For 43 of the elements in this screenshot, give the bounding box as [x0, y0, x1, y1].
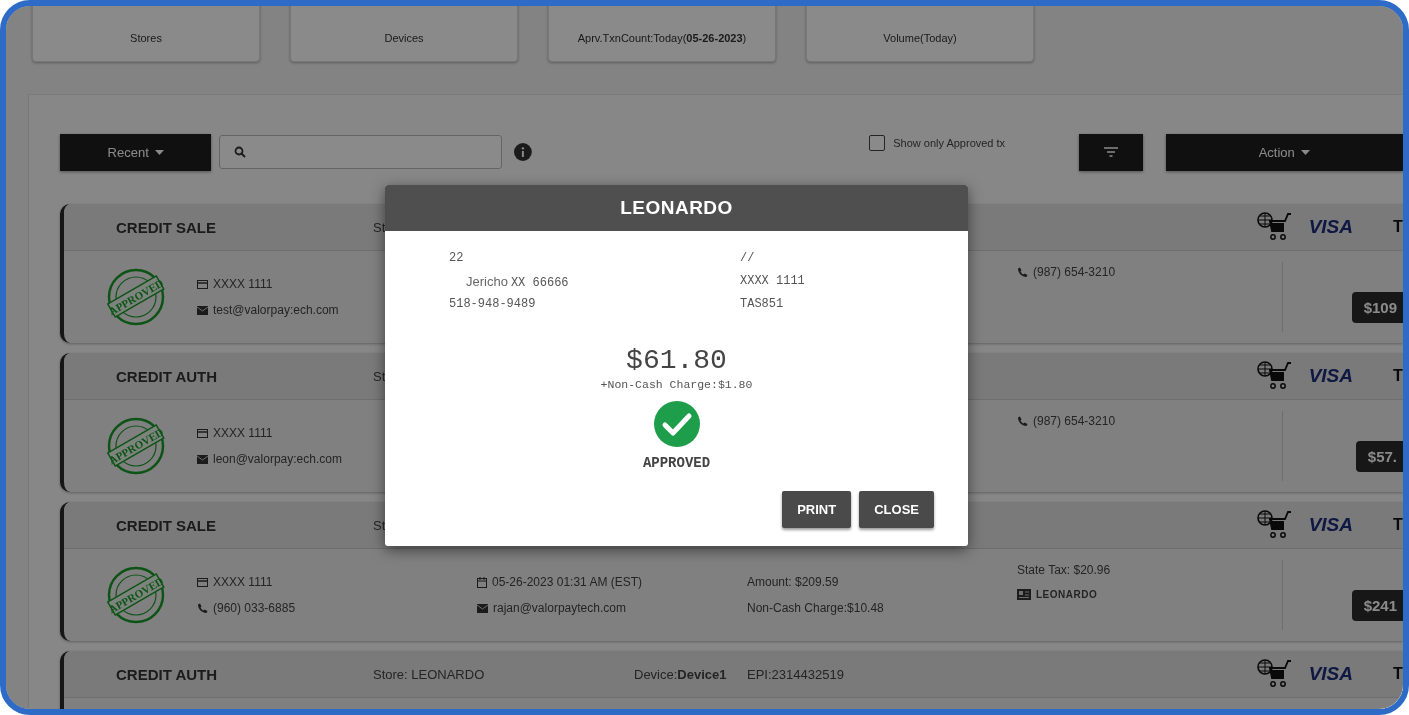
- column-text: T: [1393, 218, 1403, 236]
- approval-status: APPROVED: [642, 455, 711, 471]
- detail-text: (987) 654-3210: [1017, 414, 1272, 428]
- transaction-type: CREDIT AUTH: [116, 665, 219, 683]
- stat-label: Devices: [384, 32, 424, 44]
- header-field: Device:Device1: [634, 666, 747, 682]
- column-text: T: [1393, 516, 1403, 534]
- header-field: EPI:2314432519: [747, 666, 844, 682]
- receipt-text: XXXX 1111: [740, 274, 806, 290]
- stat-label: Stores: [130, 32, 162, 44]
- detail-text: State Tax: $20.96: [1017, 563, 1112, 577]
- card-brand-logo: VISA: [1308, 663, 1353, 685]
- checkbox-label: Show only Approved tx: [893, 137, 1006, 149]
- detail-text: rajan@valorpaytech.com: [477, 601, 747, 615]
- header-field: Store: LEONARDO: [373, 666, 634, 682]
- receipt-text: //: [740, 251, 756, 267]
- receipt-text: Jericho XX 66666: [465, 274, 570, 292]
- card-brand-logo: VISA: [1308, 365, 1353, 387]
- transaction-type: CREDIT AUTH: [116, 367, 219, 385]
- detail-text: (960) 033-6885: [197, 601, 477, 615]
- card-brand-logo: VISA: [1308, 514, 1353, 536]
- stat-label: Aprv.TxnCount:Today(05-26-2023): [577, 32, 747, 44]
- detail-text: XXXX 1111: [197, 575, 477, 589]
- detail-text: Amount: $209.59: [747, 575, 840, 589]
- amount-badge: $241: [1351, 589, 1403, 621]
- header-field: St: [373, 517, 634, 533]
- dialog-title: LEONARDO: [385, 185, 968, 231]
- receipt-text: 22: [449, 251, 465, 267]
- stat-label: Volume(Today): [883, 32, 957, 44]
- amount-badge: $57.: [1355, 440, 1403, 472]
- receipt-text: TAS851: [740, 297, 785, 313]
- amount-badge: $109: [1351, 291, 1403, 323]
- detail-text: 05-26-2023 01:31 AM (EST): [477, 575, 747, 589]
- column-text: T: [1393, 367, 1403, 385]
- column-text: T: [1393, 665, 1403, 683]
- detail-text: (987) 654-3210: [1017, 265, 1272, 279]
- card-brand-logo: VISA: [1308, 216, 1353, 238]
- receipt-fee: +Non-Cash Charge:$1.80: [600, 378, 753, 391]
- receipt-amount: $61.80: [626, 345, 727, 376]
- detail-text: Non-Cash Charge:$10.48: [747, 601, 885, 615]
- transaction-type: CREDIT SALE: [116, 218, 217, 236]
- transaction-type: CREDIT SALE: [116, 516, 217, 534]
- detail-text: LEONARDO: [1017, 589, 1272, 600]
